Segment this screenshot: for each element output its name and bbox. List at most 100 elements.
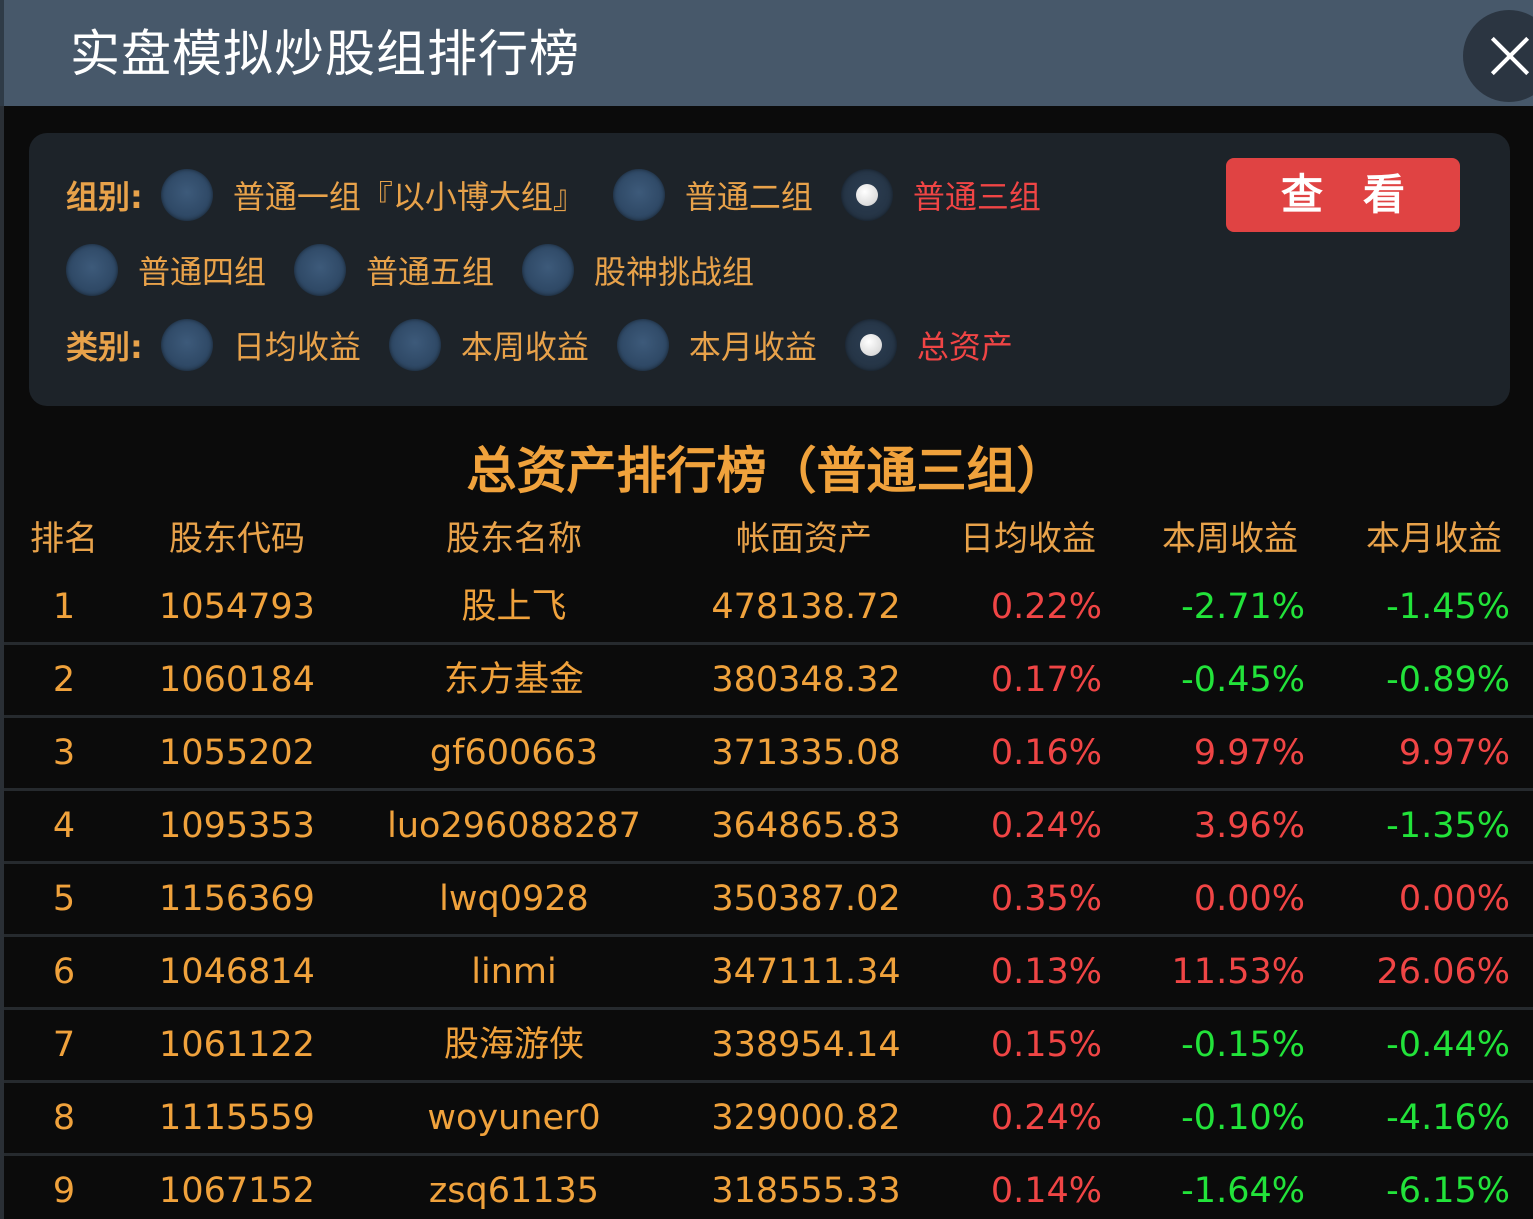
cell-name: zsq61135 [428, 1171, 600, 1211]
table-row: 2 1060184 东方基金 380348.32 0.17% -0.45% -0.89% [4, 645, 1533, 718]
column-header-assets: 帐面资产 [736, 519, 872, 559]
radio-button[interactable] [160, 319, 213, 371]
cell-assets: 329000.82 [711, 1098, 901, 1138]
table-row: 1 1054793 股上飞 478138.72 0.22% -2.71% -1.45% [4, 572, 1533, 645]
cell-daily: 0.24% [990, 1098, 1102, 1138]
cell-assets: 364865.83 [711, 806, 901, 846]
cell-monthly: -0.44% [1386, 1025, 1510, 1065]
cell-rank: 2 [52, 660, 76, 700]
ranking-title: 总资产排行榜（普通三组） [466, 442, 1067, 500]
cell-daily: 0.14% [990, 1171, 1102, 1211]
cell-weekly: 0.00% [1193, 879, 1305, 919]
radio-button[interactable] [522, 244, 575, 296]
window-title: 实盘模拟炒股组排行榜 [70, 25, 580, 83]
cell-code: 1046814 [159, 952, 315, 992]
cell-assets: 350387.02 [711, 879, 901, 919]
radio-button[interactable] [388, 319, 441, 371]
cell-code: 1060184 [159, 660, 315, 700]
category-option-total-assets[interactable]: 总资产 [844, 319, 1013, 371]
cell-daily: 0.24% [990, 806, 1102, 846]
table-row: 7 1061122 股海游侠 338954.14 0.15% -0.15% -0.44% [4, 1010, 1533, 1083]
cell-name: 东方基金 [443, 660, 585, 700]
category-option-monthly[interactable]: 本月收益 [616, 319, 817, 371]
group-option-6[interactable]: 股神挑战组 [522, 244, 754, 296]
radio-button[interactable] [160, 169, 213, 221]
cell-weekly: -0.10% [1181, 1098, 1305, 1138]
ranking-table: 1 1054793 股上飞 478138.72 0.22% -2.71% -1.45% 2 10… [4, 572, 1533, 1219]
column-header-monthly: 本月收益 [1366, 519, 1502, 559]
column-header-weekly: 本周收益 [1162, 519, 1298, 559]
category-option-label: 日均收益 [232, 328, 361, 366]
category-option-weekly[interactable]: 本周收益 [388, 319, 589, 371]
cell-name: gf600663 [429, 733, 599, 773]
group-option-1[interactable]: 普通一组『以小博大组』 [160, 169, 585, 221]
cell-rank: 6 [52, 952, 76, 992]
table-row: 9 1067152 zsq61135 318555.33 0.14% -1.64% -6.1… [4, 1156, 1533, 1219]
group-option-4[interactable]: 普通四组 [66, 244, 266, 296]
cell-name: woyuner0 [427, 1098, 601, 1138]
category-label: 类别: [66, 328, 143, 366]
cell-code: 1115559 [159, 1098, 315, 1138]
cell-code: 1055202 [159, 733, 315, 773]
cell-name: luo296088287 [387, 806, 641, 846]
cell-assets: 338954.14 [711, 1025, 901, 1065]
cell-code: 1095353 [159, 806, 315, 846]
radio-button[interactable] [616, 319, 669, 371]
cell-name: linmi [471, 952, 557, 992]
cell-rank: 3 [52, 733, 76, 773]
cell-monthly: -1.35% [1386, 806, 1510, 846]
cell-rank: 1 [52, 587, 76, 627]
table-row: 8 1115559 woyuner0 329000.82 0.24% -0.10% -4.1… [4, 1083, 1533, 1156]
category-option-label: 总资产 [916, 328, 1013, 366]
radio-button-checked[interactable] [840, 169, 893, 221]
cell-daily: 0.13% [990, 952, 1102, 992]
cell-daily: 0.15% [990, 1025, 1102, 1065]
group-option-3[interactable]: 普通三组 [840, 169, 1041, 221]
cell-monthly: 26.06% [1376, 952, 1510, 992]
group-option-2[interactable]: 普通二组 [612, 169, 813, 221]
cell-code: 1067152 [159, 1171, 315, 1211]
view-button[interactable]: 查看 [1226, 158, 1460, 232]
radio-button[interactable] [66, 244, 118, 296]
cell-name: lwq0928 [439, 879, 589, 919]
cell-code: 1156369 [159, 879, 315, 919]
column-header-daily: 日均收益 [960, 519, 1096, 559]
cell-weekly: 9.97% [1193, 733, 1305, 773]
category-option-label: 本月收益 [688, 328, 817, 366]
cell-code: 1061122 [159, 1025, 315, 1065]
table-row: 5 1156369 lwq0928 350387.02 0.35% 0.00% 0.00% [4, 864, 1533, 937]
cell-rank: 7 [52, 1025, 76, 1065]
cell-monthly: -4.16% [1386, 1098, 1510, 1138]
cell-weekly: -0.45% [1181, 660, 1305, 700]
group-filter-row-1: 组别: 普通一组『以小博大组』 普通二组 普通三组 [66, 167, 1069, 223]
cell-daily: 0.16% [990, 733, 1102, 773]
group-option-label: 股神挑战组 [594, 253, 755, 291]
group-label: 组别: [66, 178, 143, 216]
cell-rank: 5 [52, 879, 76, 919]
cell-assets: 380348.32 [711, 660, 901, 700]
radio-button-checked[interactable] [844, 319, 897, 371]
radio-button[interactable] [612, 169, 665, 221]
radio-button[interactable] [294, 244, 347, 296]
column-header-code: 股东代码 [169, 519, 305, 559]
cell-rank: 8 [52, 1098, 76, 1138]
cell-rank: 4 [52, 806, 76, 846]
title-bar: 实盘模拟炒股组排行榜 [0, 0, 1533, 106]
cell-weekly: 3.96% [1193, 806, 1305, 846]
ranking-window: 实盘模拟炒股组排行榜 组别: 普通一组『以小博大组』 普通二组 普通三组 普通四… [0, 0, 1533, 1219]
cell-rank: 9 [52, 1171, 76, 1211]
cell-assets: 347111.34 [711, 952, 901, 992]
category-option-daily[interactable]: 日均收益 [160, 319, 361, 371]
cell-monthly: 0.00% [1398, 879, 1510, 919]
cell-daily: 0.35% [990, 879, 1102, 919]
cell-monthly: 9.97% [1398, 733, 1510, 773]
cell-weekly: -2.71% [1181, 587, 1305, 627]
table-row: 4 1095353 luo296088287 364865.83 0.24% 3.96% -… [4, 791, 1533, 864]
table-header: 排名 股东代码 股东名称 帐面资产 日均收益 本周收益 本月收益 [4, 510, 1533, 568]
group-option-label: 普通一组『以小博大组』 [232, 178, 585, 216]
cell-name: 股海游侠 [443, 1025, 585, 1065]
group-option-5[interactable]: 普通五组 [294, 244, 494, 296]
category-filter-row: 类别: 日均收益 本周收益 本月收益 总资产 [66, 317, 1041, 373]
cell-monthly: -1.45% [1386, 587, 1510, 627]
cell-daily: 0.22% [990, 587, 1102, 627]
